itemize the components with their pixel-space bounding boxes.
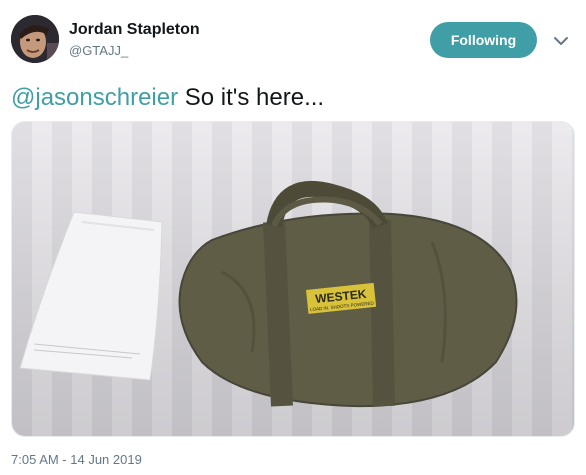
avatar[interactable] <box>11 15 59 63</box>
tweet-header: Jordan Stapleton @GTAJJ_ Following <box>0 0 586 80</box>
tweet-body: So it's here... <box>184 84 325 111</box>
photo-bag-on-bed: WESTEK LOAD IN. SHOOTS POWERED <box>12 122 574 436</box>
author-name[interactable]: Jordan Stapleton <box>69 21 200 39</box>
chevron-down-icon[interactable] <box>549 29 573 53</box>
mention-link[interactable]: @jasonschreier <box>11 84 178 111</box>
following-button[interactable]: Following <box>430 22 537 58</box>
tweet-text: @jasonschreier So it's here... <box>11 82 324 114</box>
tweet-timestamp[interactable]: 7:05 AM - 14 Jun 2019 <box>11 452 142 467</box>
tweet-photo[interactable]: WESTEK LOAD IN. SHOOTS POWERED <box>11 121 575 437</box>
author-handle[interactable]: @GTAJJ_ <box>69 43 128 58</box>
avatar-image <box>11 15 59 63</box>
